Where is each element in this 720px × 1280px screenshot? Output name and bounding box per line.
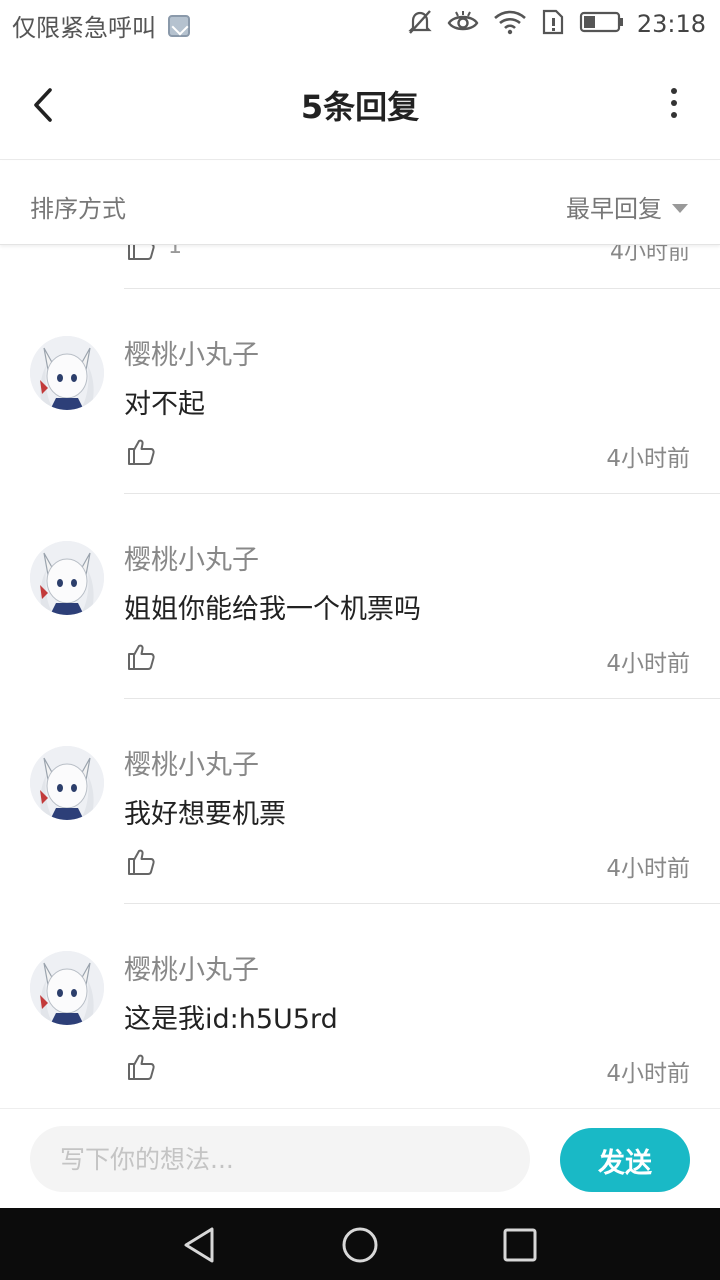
composer-bar: 发送 xyxy=(0,1108,720,1208)
reply-time: 4小时前 xyxy=(606,1061,690,1087)
reply-time: 4小时前 xyxy=(606,651,690,677)
reply-list[interactable]: 1 4小时前 樱桃小丸子 对不起 4小时前 樱桃小丸子 姐姐你能给我一个机票吗 … xyxy=(0,245,720,1107)
thumbs-up-icon[interactable] xyxy=(126,437,156,467)
status-left: 仅限紧急呼叫 xyxy=(12,8,190,43)
like-count: 1 xyxy=(168,245,182,259)
triangle-back-icon xyxy=(184,1227,214,1263)
thumbs-up-icon[interactable] xyxy=(126,847,156,877)
send-button[interactable]: 发送 xyxy=(560,1128,690,1192)
more-button[interactable] xyxy=(664,88,684,124)
avatar[interactable] xyxy=(30,541,104,615)
reply-time: 4小时前 xyxy=(606,856,690,882)
nav-home-button[interactable] xyxy=(340,1225,380,1265)
image-notification-icon xyxy=(168,14,190,37)
reply-text: 这是我id:h5U5rd xyxy=(124,1004,338,1035)
status-time: 23:18 xyxy=(636,10,706,38)
thumbs-up-icon[interactable] xyxy=(126,1052,156,1082)
carrier-text: 仅限紧急呼叫 xyxy=(12,14,156,42)
username[interactable]: 樱桃小丸子 xyxy=(124,743,259,782)
username[interactable]: 樱桃小丸子 xyxy=(124,538,259,577)
header: 5条回复 xyxy=(0,50,720,160)
sim-alert-icon xyxy=(541,9,565,39)
caret-down-icon xyxy=(672,203,688,213)
battery-icon xyxy=(579,10,625,38)
sort-dropdown[interactable]: 最早回复 xyxy=(566,189,688,224)
sort-label: 排序方式 xyxy=(30,195,126,223)
thumbs-up-icon[interactable] xyxy=(126,245,156,262)
nav-back-button[interactable] xyxy=(180,1225,220,1265)
system-nav-bar xyxy=(0,1208,720,1280)
nav-recents-button[interactable] xyxy=(500,1225,540,1265)
mute-icon xyxy=(407,8,433,40)
username[interactable]: 樱桃小丸子 xyxy=(124,333,259,372)
wifi-icon xyxy=(493,9,527,39)
reply-text: 姐姐你能给我一个机票吗 xyxy=(124,594,421,625)
partial-reply-row: 1 4小时前 xyxy=(0,245,720,289)
avatar[interactable] xyxy=(30,951,104,1025)
circle-home-icon xyxy=(342,1227,378,1263)
square-recents-icon xyxy=(503,1228,537,1262)
avatar[interactable] xyxy=(30,336,104,410)
sort-bar: 排序方式 最早回复 xyxy=(0,161,720,245)
reply-item[interactable]: 樱桃小丸子 对不起 4小时前 xyxy=(0,289,720,494)
reply-time: 4小时前 xyxy=(610,245,690,265)
reply-text: 我好想要机票 xyxy=(124,799,286,830)
reply-item[interactable]: 樱桃小丸子 我好想要机票 4小时前 xyxy=(0,699,720,904)
page-title: 5条回复 xyxy=(300,88,420,126)
eye-icon xyxy=(447,9,479,39)
more-vertical-icon xyxy=(671,88,677,94)
reply-time: 4小时前 xyxy=(606,446,690,472)
status-right: 23:18 xyxy=(393,6,706,42)
comment-input[interactable] xyxy=(30,1126,530,1192)
sort-selected-value: 最早回复 xyxy=(566,195,662,223)
status-bar: 仅限紧急呼叫 23:18 xyxy=(0,0,720,50)
username[interactable]: 樱桃小丸子 xyxy=(124,948,259,987)
avatar[interactable] xyxy=(30,746,104,820)
thumbs-up-icon[interactable] xyxy=(126,642,156,672)
reply-item[interactable]: 樱桃小丸子 姐姐你能给我一个机票吗 4小时前 xyxy=(0,494,720,699)
reply-item[interactable]: 樱桃小丸子 这是我id:h5U5rd 4小时前 xyxy=(0,904,720,1107)
reply-text: 对不起 xyxy=(124,389,205,420)
